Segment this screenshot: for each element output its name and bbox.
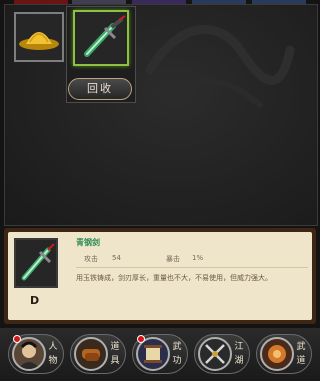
nav-label-top: 武 [172, 342, 182, 352]
nav-label-bottom: 湖 [234, 356, 244, 366]
detail-item-frame [14, 238, 58, 288]
background-calligraphy-decoration [145, 25, 295, 108]
tab-bar-segment[interactable] [14, 0, 68, 4]
item-name: 青钢剑 [76, 238, 100, 247]
detail-divider [76, 267, 308, 268]
attack-stat-value: 54 [112, 254, 121, 262]
nav-label-bottom: 功 [172, 356, 182, 366]
item-description: 用玉铁铸成，剑刃厚长，重量也不大，不易使用，但威力强大。 [76, 274, 272, 282]
nav-label-top: 武 [296, 342, 306, 352]
notification-badge [137, 335, 145, 343]
nav-label-bottom: 物 [48, 356, 58, 366]
nav-label-top: 人 [48, 342, 58, 352]
tab-bar-segment[interactable] [72, 0, 126, 4]
scroll-bundle-icon [74, 337, 108, 371]
crit-stat-label: 暴击 [166, 255, 180, 263]
nav-label-bottom: 具 [110, 356, 120, 366]
selected-inventory-slot[interactable] [73, 10, 129, 66]
recycle-button[interactable]: 回收 [68, 78, 132, 100]
nav-label-top: 道 [110, 342, 120, 352]
nav-label-top: 江 [234, 342, 244, 352]
nav-label-bottom: 道 [296, 356, 306, 366]
crossed-swords-icon [198, 337, 232, 371]
jade-sword-icon [84, 15, 126, 57]
jade-sword-icon [21, 243, 55, 281]
inventory-slot[interactable] [14, 12, 64, 62]
tab-bar-segment[interactable] [192, 0, 246, 4]
notification-badge [13, 335, 21, 343]
attack-stat-label: 攻击 [84, 255, 98, 263]
tab-bar-segment[interactable] [252, 0, 306, 4]
golden-straw-hat-icon [19, 32, 59, 50]
martial-path-icon [260, 337, 294, 371]
tab-bar-segment[interactable] [132, 0, 186, 4]
crit-stat-value: 1% [192, 254, 204, 262]
item-grade: D [30, 294, 40, 307]
